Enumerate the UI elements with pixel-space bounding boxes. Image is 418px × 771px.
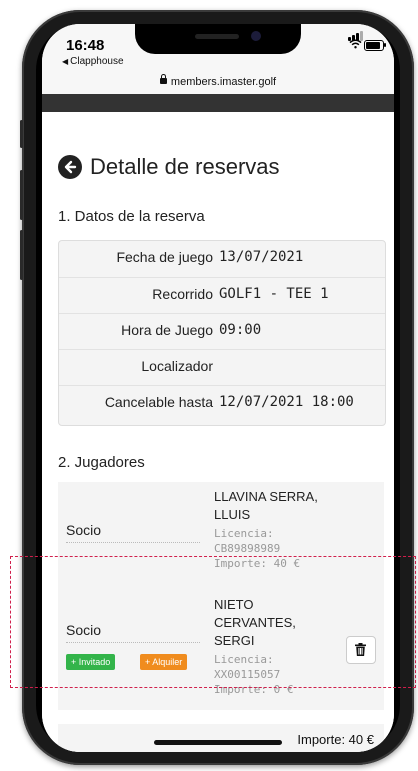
- detail-label: Hora de Juego: [121, 322, 213, 338]
- detail-row: Localizador: [59, 349, 385, 386]
- detail-row: Cancelable hasta 12/07/2021 18:00: [59, 385, 385, 422]
- section-title-reservation: 1. Datos de la reserva: [58, 208, 205, 225]
- detail-label: Fecha de juego: [116, 249, 213, 265]
- battery-icon: [364, 40, 386, 51]
- volume-down-button: [20, 230, 23, 280]
- detail-value: 09:00: [219, 322, 262, 338]
- speaker: [195, 34, 239, 39]
- player-role: Socio: [66, 522, 102, 538]
- back-to-app-link[interactable]: ◀ Clapphouse: [62, 56, 124, 67]
- site-header-bar: [42, 94, 394, 112]
- player-license-label: Licencia:: [214, 527, 274, 540]
- volume-up-button: [20, 170, 23, 220]
- lock-icon: [159, 74, 167, 84]
- address-bar[interactable]: members.imaster.golf: [42, 74, 394, 88]
- detail-label: Localizador: [141, 358, 213, 374]
- back-app-label: Clapphouse: [70, 56, 124, 67]
- reservation-details-card: Fecha de juego 13/07/2021 Recorrido GOLF…: [58, 240, 386, 426]
- detail-label: Recorrido: [152, 286, 213, 302]
- highlight-annotation-box: [10, 556, 416, 688]
- section-title-players: 2. Jugadores: [58, 454, 145, 471]
- detail-value: 13/07/2021: [219, 249, 304, 265]
- detail-row: Fecha de juego 13/07/2021: [59, 241, 385, 277]
- page-title-text: Detalle de reservas: [90, 154, 280, 179]
- player-name: LLAVINA SERRA, LLUIS: [214, 489, 318, 522]
- detail-value: GOLF1 - TEE 1: [219, 286, 329, 302]
- home-indicator[interactable]: [154, 740, 282, 745]
- back-arrow-icon[interactable]: [58, 155, 82, 179]
- detail-value: 12/07/2021 18:00: [219, 394, 354, 410]
- clock: 16:48: [66, 37, 105, 54]
- player-license: CB89898989: [214, 542, 281, 555]
- detail-label: Cancelable hasta: [104, 394, 213, 410]
- side-button: [20, 120, 23, 148]
- front-camera: [251, 31, 261, 41]
- url-text: members.imaster.golf: [170, 76, 277, 88]
- total-amount-bar: Importe: 40 €: [58, 724, 384, 752]
- page-title: Detalle de reservas: [58, 154, 280, 180]
- back-triangle-icon: ◀: [62, 57, 69, 66]
- wifi-icon: [349, 39, 362, 49]
- detail-row: Hora de Juego 09:00: [59, 313, 385, 350]
- detail-row: Recorrido GOLF1 - TEE 1: [59, 277, 385, 314]
- notch: [135, 24, 301, 54]
- total-amount: Importe: 40 €: [297, 732, 374, 747]
- player-role-divider: [66, 542, 200, 543]
